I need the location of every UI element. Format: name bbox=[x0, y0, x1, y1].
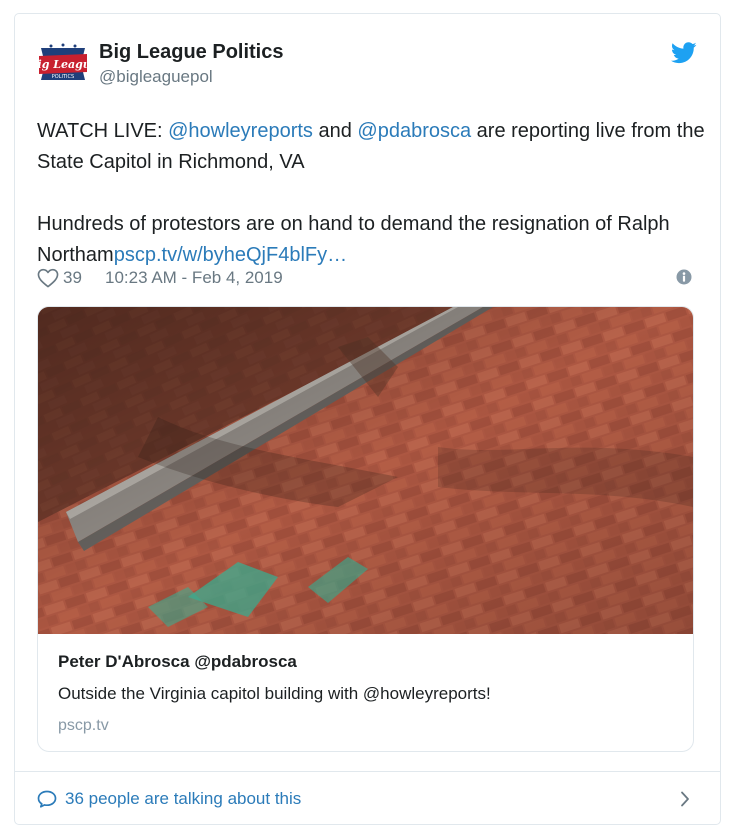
embedded-tweet: Big League POLITICS Big League Politics … bbox=[14, 13, 721, 825]
info-icon[interactable] bbox=[676, 269, 692, 285]
tweet-meta: 39 10:23 AM - Feb 4, 2019 bbox=[37, 266, 692, 290]
avatar-logo-text: Big League bbox=[37, 58, 89, 71]
mention-howleyreports[interactable]: @howleyreports bbox=[168, 120, 313, 142]
twitter-bird-icon[interactable] bbox=[671, 42, 697, 64]
heart-icon bbox=[37, 268, 59, 288]
talking-count-text: 36 people are talking about this bbox=[65, 789, 302, 808]
chevron-right-icon bbox=[681, 791, 689, 807]
tweet-link[interactable]: pscp.tv/w/byheQjF4blFy… bbox=[114, 244, 347, 266]
conversation-link[interactable]: 36 people are talking about this bbox=[15, 772, 720, 824]
avatar-logo-subtext: POLITICS bbox=[52, 74, 74, 80]
tweet-paragraph-2: Hundreds of protestors are on hand to de… bbox=[37, 209, 707, 271]
author-name[interactable]: Big League Politics bbox=[99, 41, 283, 64]
author-handle[interactable]: @bigleaguepol bbox=[99, 67, 213, 87]
card-description: Outside the Virginia capitol building wi… bbox=[58, 684, 491, 703]
periscope-card[interactable]: Peter D'Abrosca @pdabrosca Outside the V… bbox=[37, 306, 694, 752]
tweet-timestamp[interactable]: 10:23 AM - Feb 4, 2019 bbox=[105, 268, 283, 288]
tweet-paragraph-1: WATCH LIVE: @howleyreports and @pdabrosc… bbox=[37, 116, 707, 178]
tweet-text: WATCH LIVE: @howleyreports and @pdabrosc… bbox=[37, 116, 707, 271]
card-video-thumbnail[interactable] bbox=[38, 307, 693, 634]
tweet-author: Big League POLITICS Big League Politics … bbox=[37, 38, 697, 90]
like-button[interactable]: 39 bbox=[37, 266, 82, 290]
speech-bubble-icon bbox=[37, 790, 57, 808]
card-domain: pscp.tv bbox=[58, 717, 109, 734]
tweet-text-middle: and bbox=[312, 120, 358, 142]
like-count: 39 bbox=[63, 268, 82, 287]
brick-sidewalk-image bbox=[38, 307, 693, 634]
tweet-text-prefix: WATCH LIVE: bbox=[37, 120, 169, 142]
mention-pdabrosca[interactable]: @pdabrosca bbox=[357, 120, 471, 142]
avatar[interactable]: Big League POLITICS bbox=[37, 42, 89, 86]
card-title: Peter D'Abrosca @pdabrosca bbox=[58, 652, 297, 671]
